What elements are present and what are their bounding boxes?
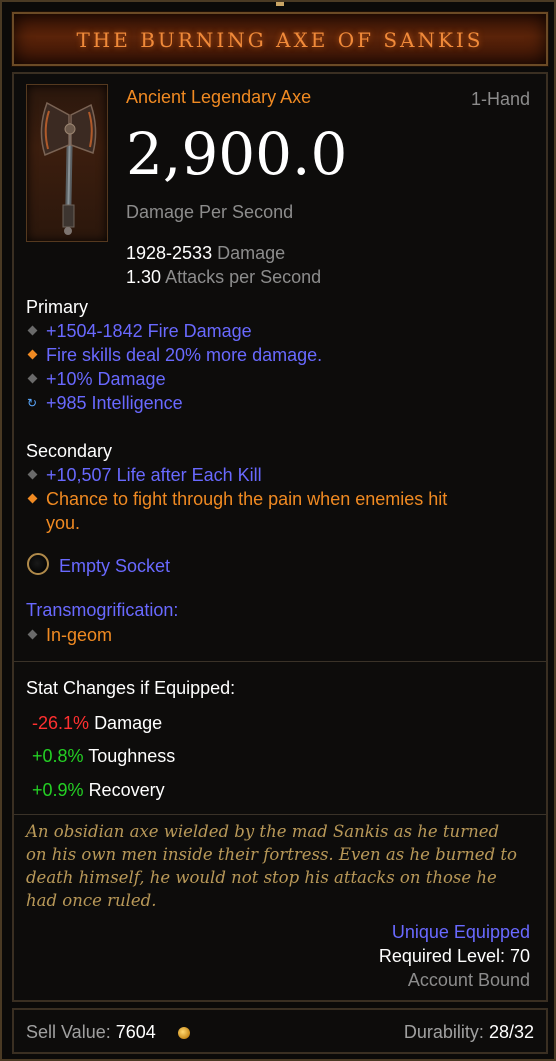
primary-affix: +985 Intelligence [46, 393, 183, 413]
damage-range: 1928-2533 Damage [126, 243, 285, 264]
tooltip-footer: Sell Value: 7604 Durability: 28/32 [12, 1008, 548, 1054]
primary-title: Primary [26, 297, 88, 317]
stat-label: Damage [94, 713, 163, 733]
account-bound-label: Account Bound [407, 970, 530, 990]
damage-range-label: Damage [217, 243, 286, 263]
flavor-line: had once ruled. [26, 891, 157, 910]
durability-value: 28/32 [488, 1022, 534, 1042]
primary-affix-legendary: Fire skills deal 20% more damage. [46, 345, 323, 365]
attack-speed-label: Attacks per Second [165, 267, 322, 287]
item-tooltip: THE BURNING AXE OF SANKIS Ancient Legend… [0, 0, 556, 1061]
damage-range-value: 1928-2533 [126, 243, 213, 263]
reroll-icon: ↻ [27, 396, 38, 410]
stat-change-row: +0.8% Toughness [32, 746, 175, 767]
item-name: THE BURNING AXE OF SANKIS [76, 28, 484, 52]
secondary-affix: +10,507 Life after Each Kill [46, 465, 262, 485]
transmog-title: Transmogrification: [26, 600, 179, 620]
stat-delta: +0.9% [32, 780, 84, 800]
flavor-line: death himself, he would not stop his att… [26, 868, 497, 887]
gold-coin-icon [178, 1027, 190, 1039]
socket-label: Empty Socket [59, 556, 171, 576]
durability: Durability: 28/32 [404, 1022, 534, 1043]
divider [14, 814, 546, 815]
transmog-value: In-geom [46, 625, 113, 645]
stat-changes-title: Stat Changes if Equipped: [26, 678, 236, 698]
divider [14, 661, 546, 662]
primary-affix: +1504-1842 Fire Damage [46, 321, 252, 341]
stat-delta: +0.8% [32, 746, 84, 766]
dps-label: Damage Per Second [126, 202, 294, 222]
required-level: Required Level: 70 [378, 946, 530, 966]
item-title-banner: THE BURNING AXE OF SANKIS [12, 12, 548, 66]
sell-value: Sell Value: 7604 [26, 1022, 156, 1043]
item-type: Ancient Legendary Axe [126, 87, 312, 107]
attack-speed: 1.30 Attacks per Second [126, 267, 321, 288]
flavor-line: on his own men inside their fortress. Ev… [26, 845, 517, 864]
flavor-text: An obsidian axe wielded by the mad Sanki… [26, 820, 536, 912]
axe-icon [26, 84, 108, 242]
stat-label: Recovery [88, 780, 165, 800]
stat-change-row: -26.1% Damage [32, 713, 162, 734]
primary-affix: +10% Damage [46, 369, 166, 389]
item-slot: 1-Hand [470, 89, 530, 109]
dps-value: 2,900.0 [126, 120, 348, 188]
flavor-line: An obsidian axe wielded by the mad Sanki… [26, 822, 500, 841]
top-ornament [276, 2, 284, 6]
attack-speed-value: 1.30 [126, 267, 162, 287]
stat-label: Toughness [88, 746, 176, 766]
unique-equipped-label: Unique Equipped [391, 922, 530, 942]
empty-socket-icon [27, 553, 49, 575]
durability-label: Durability: [403, 1022, 484, 1042]
secondary-affix-legendary: Chance to fight through the pain when en… [46, 489, 448, 509]
stat-change-row: +0.9% Recovery [32, 780, 165, 801]
secondary-affix-legendary-cont: you. [46, 513, 81, 533]
sell-value-label: Sell Value: [26, 1022, 111, 1042]
secondary-title: Secondary [26, 441, 113, 461]
sell-value-amount: 7604 [115, 1022, 156, 1042]
stat-delta: -26.1% [32, 713, 90, 733]
